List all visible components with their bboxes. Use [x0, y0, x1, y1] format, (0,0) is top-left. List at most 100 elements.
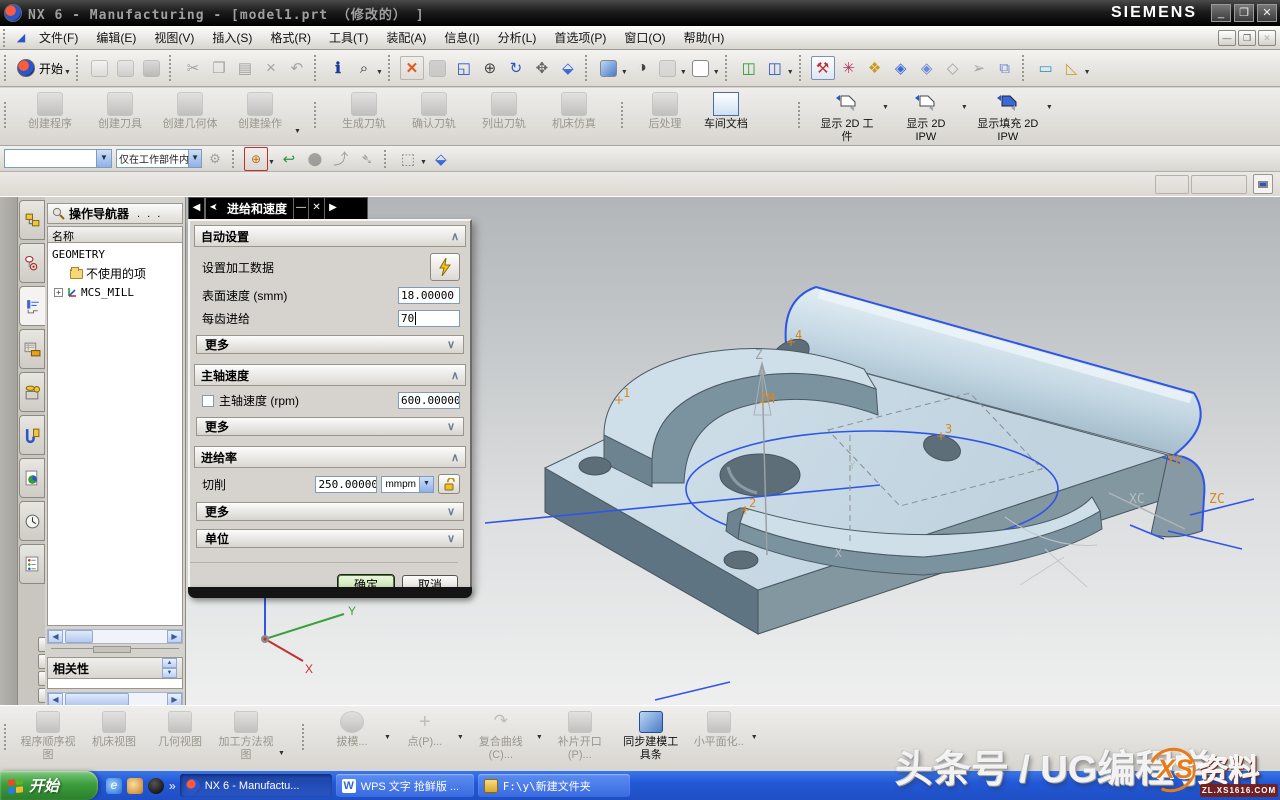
- menu-help[interactable]: 帮助(H): [675, 26, 734, 49]
- point-button[interactable]: + 点(P)...: [392, 706, 458, 771]
- navigator-tree[interactable]: GEOMETRY 不使用的项 + MCS_MILL: [47, 243, 183, 626]
- web-browser-tab[interactable]: [19, 458, 45, 498]
- plane-split-icon[interactable]: ◫: [763, 56, 787, 80]
- chevron-down-icon[interactable]: ▼: [384, 734, 391, 771]
- perspective-icon[interactable]: ⬙: [556, 56, 580, 80]
- select-point-icon[interactable]: ⊕: [244, 147, 268, 171]
- offset-face-icon[interactable]: ◈: [915, 56, 939, 80]
- csys-orient-icon[interactable]: ⚒: [811, 56, 835, 80]
- select-face-icon[interactable]: ➢: [967, 56, 991, 80]
- chevron-down-icon[interactable]: ▼: [64, 69, 71, 76]
- toolbar-grip[interactable]: [4, 102, 11, 128]
- cut-feed-unit-combo[interactable]: mmpm ▼: [381, 476, 434, 493]
- tree-item-mcs-mill[interactable]: + MCS_MILL: [48, 283, 182, 302]
- surface-speed-input[interactable]: 18.00000: [398, 287, 460, 304]
- chevron-down-icon[interactable]: ▼: [961, 104, 968, 145]
- delete-icon[interactable]: ×: [259, 56, 283, 80]
- general-object-icon[interactable]: ⬤: [303, 147, 327, 171]
- cut-feed-input[interactable]: 250.00000: [315, 476, 377, 493]
- window-zoom-icon[interactable]: [426, 56, 450, 80]
- half-shade-icon[interactable]: ◑: [630, 56, 654, 80]
- zoom-box-icon[interactable]: ◱: [452, 56, 476, 80]
- unlock-button[interactable]: [438, 474, 460, 494]
- search-icon[interactable]: ⌕: [352, 56, 376, 80]
- synchronous-modeling-button[interactable]: 同步建模工具条: [616, 706, 686, 771]
- column-header-name[interactable]: 名称: [47, 226, 183, 243]
- expand-icon[interactable]: +: [54, 288, 63, 297]
- chevron-down-icon[interactable]: ▼: [680, 69, 687, 76]
- rotate-point-icon[interactable]: ⤴: [329, 147, 353, 171]
- toolbar-grip[interactable]: [232, 150, 239, 168]
- postprocess-button[interactable]: 后处理: [636, 88, 694, 145]
- title-bar[interactable]: NX 6 - Manufacturing - [model1.prt （修改的）…: [0, 0, 1280, 26]
- chevron-down-icon[interactable]: ▼: [713, 69, 720, 76]
- program-order-view-button[interactable]: 程序顺序视图: [15, 706, 81, 771]
- open-file-icon[interactable]: [114, 56, 138, 80]
- toolbar-grip[interactable]: [1022, 55, 1029, 81]
- history-tab[interactable]: [19, 501, 45, 541]
- information-icon[interactable]: ℹ: [326, 56, 350, 80]
- taskbar-task-wps[interactable]: W WPS 文字 抢鲜版 ...: [336, 774, 474, 797]
- menu-view[interactable]: 视图(V): [145, 26, 203, 49]
- create-geometry-button[interactable]: 创建几何体: [155, 88, 225, 145]
- menu-analysis[interactable]: 分析(L): [489, 26, 546, 49]
- constraint-navigator-tab[interactable]: [19, 243, 45, 283]
- menu-format[interactable]: 格式(R): [261, 26, 320, 49]
- toolbar-grip[interactable]: [388, 55, 395, 81]
- operation-navigator-tab[interactable]: [19, 286, 46, 326]
- assembly-navigator-tab[interactable]: [19, 200, 45, 240]
- section-up-icon[interactable]: ▲: [162, 658, 177, 668]
- close-button[interactable]: ✕: [1257, 4, 1277, 22]
- menu-file[interactable]: 文件(F): [30, 26, 87, 49]
- collapse-icon[interactable]: ∧: [451, 230, 459, 243]
- show-2d-ipw-button[interactable]: 显示 2D IPW: [890, 88, 962, 145]
- machine-tool-view-button[interactable]: 机床视图: [81, 706, 147, 771]
- fit-view-icon[interactable]: ✕: [400, 56, 424, 80]
- reuse-library-tab[interactable]: [19, 372, 45, 412]
- restore-button[interactable]: ❐: [1234, 4, 1254, 22]
- paste-icon[interactable]: ▤: [233, 56, 257, 80]
- toolbar-grip[interactable]: [384, 150, 391, 168]
- list-toolpath-button[interactable]: 列出刀轨: [469, 88, 539, 145]
- doc-minimize-button[interactable]: —: [1218, 30, 1236, 46]
- toolbar-grip[interactable]: [314, 102, 321, 128]
- move-face-icon[interactable]: ◈: [889, 56, 913, 80]
- expand-icon[interactable]: ∨: [447, 505, 455, 518]
- resize-face-icon[interactable]: ◇: [941, 56, 965, 80]
- toolbar-grip[interactable]: [4, 55, 11, 81]
- expand-icon[interactable]: ∨: [447, 532, 455, 545]
- geometry-view-button[interactable]: 几何视图: [147, 706, 213, 771]
- panel-splitter[interactable]: [51, 648, 179, 653]
- dialog-forward-icon[interactable]: ▶: [325, 198, 341, 219]
- section-down-icon[interactable]: ▼: [162, 668, 177, 678]
- chevron-down-icon[interactable]: ▼: [882, 104, 889, 145]
- spindle-more-bar[interactable]: 更多∨: [196, 417, 464, 436]
- draft-button[interactable]: 拔模...: [319, 706, 385, 771]
- dependencies-section[interactable]: 相关性 ▲ ▼: [47, 657, 183, 679]
- spindle-speed-checkbox[interactable]: [202, 395, 214, 407]
- toolbar-grip[interactable]: [621, 102, 628, 128]
- palettes-tab[interactable]: [19, 544, 45, 584]
- chevron-down-icon[interactable]: ▼: [420, 159, 427, 166]
- machining-method-view-button[interactable]: 加工方法视图: [213, 706, 279, 771]
- chevron-down-icon[interactable]: ▼: [376, 69, 383, 76]
- qq-icon[interactable]: [148, 778, 164, 794]
- copy-icon[interactable]: ❐: [207, 56, 231, 80]
- constraint-network-icon[interactable]: ✳: [837, 56, 861, 80]
- shaded-view-icon[interactable]: [597, 56, 621, 80]
- pan-view-icon[interactable]: ✥: [530, 56, 554, 80]
- tree-item-geometry[interactable]: GEOMETRY: [48, 245, 182, 264]
- toolbar-grip[interactable]: [76, 55, 83, 81]
- menu-window[interactable]: 窗口(O): [615, 26, 674, 49]
- create-tool-button[interactable]: 创建刀具: [85, 88, 155, 145]
- collapse-icon[interactable]: ∧: [451, 369, 459, 382]
- start-menu-label[interactable]: 开始: [39, 60, 63, 77]
- chevron-down-icon[interactable]: ▼: [751, 734, 758, 771]
- navigator-header[interactable]: 操作导航器 . . .: [47, 203, 183, 224]
- plane-trim-icon[interactable]: ◫: [737, 56, 761, 80]
- menu-edit[interactable]: 编辑(E): [87, 26, 145, 49]
- rotate-view-icon[interactable]: ↻: [504, 56, 528, 80]
- zoom-in-out-icon[interactable]: ⊕: [478, 56, 502, 80]
- menu-information[interactable]: 信息(I): [435, 26, 488, 49]
- spindle-speed-input[interactable]: 600.00000: [398, 392, 460, 409]
